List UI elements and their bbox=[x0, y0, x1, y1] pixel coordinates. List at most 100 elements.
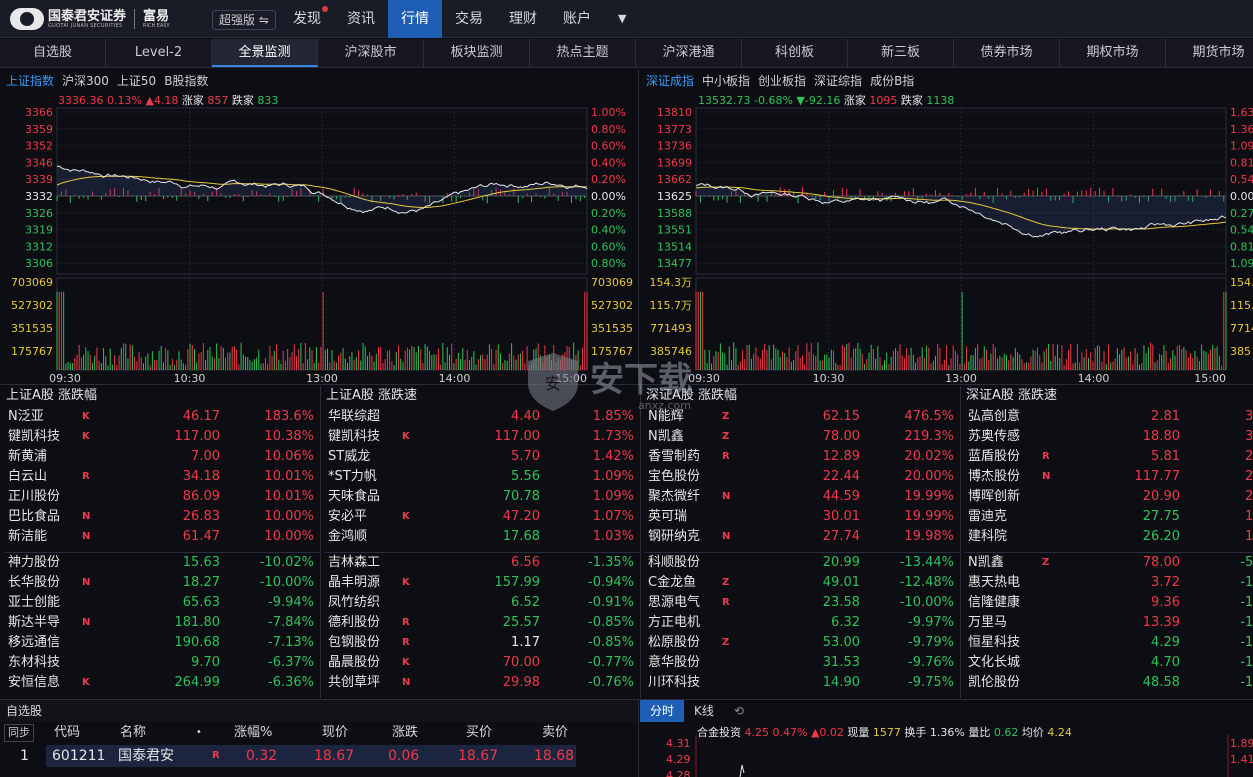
list-item[interactable]: 香雪制药 R 12.89 20.02% bbox=[648, 447, 960, 467]
list-item[interactable]: 吉林森工 6.56 -1.35% bbox=[328, 553, 640, 573]
nav-news[interactable]: 资讯 bbox=[334, 0, 388, 38]
nav-market[interactable]: 行情 bbox=[388, 0, 442, 38]
list-item[interactable]: 天味食品 70.78 1.09% bbox=[328, 487, 640, 507]
list-item[interactable]: N泛亚 K 46.17 183.6% bbox=[8, 407, 320, 427]
tab-b-share[interactable]: B股指数 bbox=[160, 71, 212, 91]
list-item[interactable]: 东材科技 9.70 -6.37% bbox=[8, 653, 320, 673]
list-item[interactable]: 包钢股份 R 1.17 -0.85% bbox=[328, 633, 640, 653]
tab-1[interactable]: Level-2 bbox=[106, 39, 212, 67]
nav-more-dropdown-icon[interactable]: ▼ bbox=[604, 0, 640, 38]
list-item[interactable]: 博杰股份 N 117.77 2.45 bbox=[968, 467, 1253, 487]
list-item[interactable]: 凤竹纺织 6.52 -0.91% bbox=[328, 593, 640, 613]
brand-logo[interactable]: 国泰君安证券 GUOTAI JUNAN SECURITIES 富易 RICH E… bbox=[10, 7, 170, 31]
list-item[interactable]: 万里马 13.39 -1.18 bbox=[968, 613, 1253, 633]
tab-chinext[interactable]: 创业板指 bbox=[754, 71, 810, 91]
list-item[interactable]: 信隆健康 9.36 -1.27 bbox=[968, 593, 1253, 613]
list-item[interactable]: 神力股份 15.63 -10.02% bbox=[8, 553, 320, 573]
list-item[interactable]: 松原股份 Z 53.00 -9.79% bbox=[648, 633, 960, 653]
nav-finance[interactable]: 理财 bbox=[496, 0, 550, 38]
section-title[interactable]: 上证A股 涨跌幅 bbox=[6, 386, 97, 406]
list-item[interactable]: 移远通信 190.68 -7.13% bbox=[8, 633, 320, 653]
tab-4[interactable]: 板块监测 bbox=[424, 39, 530, 67]
sh-intraday-chart[interactable]: 3366 1.00% 3359 0.80% 3352 0.60% 3346 0.40% 3339… bbox=[0, 106, 637, 383]
list-item[interactable]: 正川股份 86.09 10.01% bbox=[8, 487, 320, 507]
list-item[interactable]: 金鸿顺 17.68 1.03% bbox=[328, 527, 640, 547]
list-item[interactable]: 思源电气 R 23.58 -10.00% bbox=[648, 593, 960, 613]
list-item[interactable]: 斯达半导 N 181.80 -7.84% bbox=[8, 613, 320, 633]
list-item[interactable]: 巴比食品 N 26.83 10.00% bbox=[8, 507, 320, 527]
list-item[interactable]: N凯鑫 Z 78.00 -5.45 bbox=[968, 553, 1253, 573]
list-item[interactable]: 钢研纳克 N 27.74 19.98% bbox=[648, 527, 960, 547]
nav-discover[interactable]: 发现 bbox=[280, 0, 334, 38]
list-item[interactable]: 新黄浦 7.00 10.06% bbox=[8, 447, 320, 467]
list-item[interactable]: 晶丰明源 K 157.99 -0.94% bbox=[328, 573, 640, 593]
tab-11[interactable]: 期货市场 bbox=[1166, 39, 1253, 67]
list-item[interactable]: 雷迪克 27.75 1.65 bbox=[968, 507, 1253, 527]
section-title[interactable]: 上证A股 涨跌速 bbox=[326, 386, 417, 406]
col-dot[interactable]: • bbox=[196, 722, 202, 744]
tab-5[interactable]: 热点主题 bbox=[530, 39, 636, 67]
tab-sz-composite[interactable]: 深证综指 bbox=[810, 71, 866, 91]
list-item[interactable]: 聚杰微纤 N 44.59 19.99% bbox=[648, 487, 960, 507]
list-item[interactable]: 白云山 R 34.18 10.01% bbox=[8, 467, 320, 487]
sz-intraday-chart[interactable]: 13810 1.63 13773 1.36 13736 1.09 13699 0.81 1366… bbox=[640, 106, 1253, 383]
tab-sme[interactable]: 中小板指 bbox=[698, 71, 754, 91]
mini-timeshare-chart[interactable]: 4.31 4.29 4.28 1.89 1.41 bbox=[640, 735, 1253, 777]
list-item[interactable]: 键凯科技 K 117.00 10.38% bbox=[8, 427, 320, 447]
tab-sz-component[interactable]: 深证成指 bbox=[642, 71, 698, 91]
edition-switch[interactable]: 超强版 ⇋ bbox=[212, 10, 276, 30]
col-code[interactable]: 代码 bbox=[54, 722, 80, 744]
tab-7[interactable]: 科创板 bbox=[742, 39, 848, 67]
list-item[interactable]: 德利股份 R 25.57 -0.85% bbox=[328, 613, 640, 633]
tab-6[interactable]: 沪深港通 bbox=[636, 39, 742, 67]
tab-0[interactable]: 自选股 bbox=[0, 39, 106, 67]
list-item[interactable]: 新洁能 N 61.47 10.00% bbox=[8, 527, 320, 547]
list-item[interactable]: 凯伦股份 48.58 -1.04 bbox=[968, 673, 1253, 693]
list-item[interactable]: 方正电机 6.32 -9.97% bbox=[648, 613, 960, 633]
list-item[interactable]: 英可瑞 30.01 19.99% bbox=[648, 507, 960, 527]
list-item[interactable]: *ST力帆 5.56 1.09% bbox=[328, 467, 640, 487]
tab-timeshare[interactable]: 分时 bbox=[640, 700, 685, 722]
list-item[interactable]: 亚士创能 65.63 -9.94% bbox=[8, 593, 320, 613]
list-item[interactable]: 建科院 26.20 1.55 bbox=[968, 527, 1253, 547]
nav-trade[interactable]: 交易 bbox=[442, 0, 496, 38]
list-item[interactable]: 恒星科技 4.29 -1.15 bbox=[968, 633, 1253, 653]
list-item[interactable]: 苏奥传感 18.80 3.58 bbox=[968, 427, 1253, 447]
tab-8[interactable]: 新三板 bbox=[848, 39, 954, 67]
list-item[interactable]: 键凯科技 K 117.00 1.73% bbox=[328, 427, 640, 447]
list-item[interactable]: 意华股份 31.53 -9.76% bbox=[648, 653, 960, 673]
tab-kline[interactable]: K线 bbox=[684, 700, 724, 722]
list-item[interactable]: 文化长城 4.70 -1.05 bbox=[968, 653, 1253, 673]
col-chg[interactable]: 涨跌 bbox=[392, 722, 418, 744]
tab-2[interactable]: 全景监测 bbox=[212, 39, 318, 67]
col-ask[interactable]: 卖价 bbox=[542, 722, 568, 744]
tab-sz-b[interactable]: 成份B指 bbox=[866, 71, 918, 91]
list-item[interactable]: 科顺股份 20.99 -13.44% bbox=[648, 553, 960, 573]
list-item[interactable]: 博晖创新 20.90 2.15 bbox=[968, 487, 1253, 507]
list-item[interactable]: 惠天热电 3.72 -1.33 bbox=[968, 573, 1253, 593]
list-item[interactable]: ST威龙 5.70 1.42% bbox=[328, 447, 640, 467]
tab-sh-composite[interactable]: 上证指数 bbox=[2, 71, 58, 91]
col-pct[interactable]: 涨幅% bbox=[234, 722, 272, 744]
list-item[interactable]: 蓝盾股份 R 5.81 2.65 bbox=[968, 447, 1253, 467]
refresh-icon[interactable]: ⟲ bbox=[724, 700, 754, 722]
col-name[interactable]: 名称 bbox=[120, 722, 146, 744]
sync-button[interactable]: 同步 bbox=[4, 724, 34, 742]
list-item[interactable]: C金龙鱼 Z 49.01 -12.48% bbox=[648, 573, 960, 593]
col-bid[interactable]: 买价 bbox=[466, 722, 492, 744]
list-item[interactable]: 川环科技 14.90 -9.75% bbox=[648, 673, 960, 693]
list-item[interactable]: 晶晨股份 K 70.00 -0.77% bbox=[328, 653, 640, 673]
section-title[interactable]: 深证A股 涨跌速 bbox=[966, 386, 1057, 406]
list-item[interactable]: 共创草坪 N 29.98 -0.76% bbox=[328, 673, 640, 693]
tab-3[interactable]: 沪深股市 bbox=[318, 39, 424, 67]
list-item[interactable]: 安必平 K 47.20 1.07% bbox=[328, 507, 640, 527]
list-item[interactable]: 长华股份 N 18.27 -10.00% bbox=[8, 573, 320, 593]
tab-sse50[interactable]: 上证50 bbox=[113, 71, 160, 91]
nav-account[interactable]: 账户 bbox=[550, 0, 604, 38]
tab-9[interactable]: 债券市场 bbox=[954, 39, 1060, 67]
list-item[interactable]: N凯鑫 Z 78.00 219.3% bbox=[648, 427, 960, 447]
tab-csi300[interactable]: 沪深300 bbox=[58, 71, 113, 91]
list-item[interactable]: 宝色股份 22.44 20.00% bbox=[648, 467, 960, 487]
list-item[interactable]: 弘高创意 2.81 3.69 bbox=[968, 407, 1253, 427]
col-price[interactable]: 现价 bbox=[322, 722, 348, 744]
